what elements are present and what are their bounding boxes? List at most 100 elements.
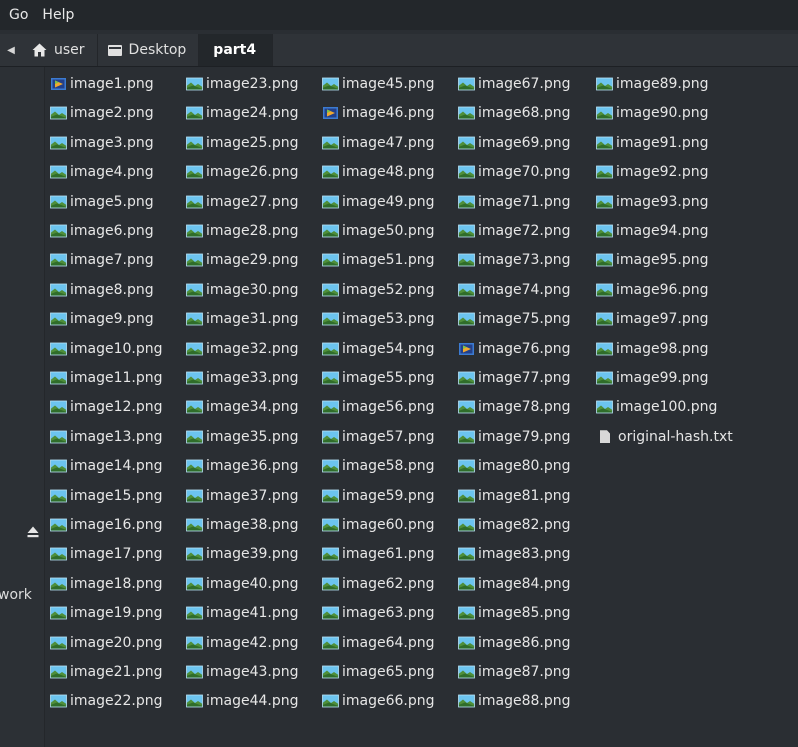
file-item[interactable]: image55.png: [322, 367, 435, 389]
file-item[interactable]: image31.png: [186, 308, 299, 330]
file-item[interactable]: image23.png: [186, 73, 299, 95]
file-item[interactable]: image14.png: [50, 455, 163, 477]
file-item[interactable]: image39.png: [186, 543, 299, 565]
file-item[interactable]: image1.png: [50, 73, 154, 95]
file-item[interactable]: original-hash.txt: [596, 426, 733, 448]
file-item[interactable]: image82.png: [458, 514, 571, 536]
file-item[interactable]: image54.png: [322, 338, 435, 360]
file-item[interactable]: image87.png: [458, 661, 571, 683]
file-item[interactable]: image28.png: [186, 220, 299, 242]
file-item[interactable]: image84.png: [458, 573, 571, 595]
file-item[interactable]: image42.png: [186, 632, 299, 654]
file-item[interactable]: image86.png: [458, 632, 571, 654]
file-item[interactable]: image2.png: [50, 102, 154, 124]
file-item[interactable]: image9.png: [50, 308, 154, 330]
file-item[interactable]: image47.png: [322, 132, 435, 154]
breadcrumb-part4[interactable]: part4: [199, 34, 274, 66]
file-item[interactable]: image5.png: [50, 191, 154, 213]
file-item[interactable]: image41.png: [186, 602, 299, 624]
file-item[interactable]: image65.png: [322, 661, 435, 683]
file-item[interactable]: image10.png: [50, 338, 163, 360]
file-item[interactable]: image11.png: [50, 367, 163, 389]
menu-help[interactable]: Help: [36, 0, 80, 30]
file-item[interactable]: image96.png: [596, 279, 709, 301]
file-item[interactable]: image3.png: [50, 132, 154, 154]
file-item[interactable]: image79.png: [458, 426, 571, 448]
file-item[interactable]: image63.png: [322, 602, 435, 624]
file-item[interactable]: image75.png: [458, 308, 571, 330]
file-item[interactable]: image57.png: [322, 426, 435, 448]
file-item[interactable]: image38.png: [186, 514, 299, 536]
file-item[interactable]: image77.png: [458, 367, 571, 389]
file-item[interactable]: image76.png: [458, 338, 571, 360]
file-item[interactable]: image56.png: [322, 396, 435, 418]
file-item[interactable]: image73.png: [458, 249, 571, 271]
breadcrumb-desktop[interactable]: Desktop: [98, 34, 200, 66]
file-item[interactable]: image59.png: [322, 485, 435, 507]
file-item[interactable]: image22.png: [50, 690, 163, 712]
file-item[interactable]: image74.png: [458, 279, 571, 301]
file-item[interactable]: image37.png: [186, 485, 299, 507]
sidebar-item-network[interactable]: work: [0, 587, 32, 603]
file-item[interactable]: image48.png: [322, 161, 435, 183]
file-item[interactable]: image67.png: [458, 73, 571, 95]
file-item[interactable]: image60.png: [322, 514, 435, 536]
file-item[interactable]: image69.png: [458, 132, 571, 154]
file-item[interactable]: image6.png: [50, 220, 154, 242]
file-item[interactable]: image89.png: [596, 73, 709, 95]
file-item[interactable]: image85.png: [458, 602, 571, 624]
file-item[interactable]: image21.png: [50, 661, 163, 683]
file-item[interactable]: image50.png: [322, 220, 435, 242]
file-item[interactable]: image24.png: [186, 102, 299, 124]
file-item[interactable]: image25.png: [186, 132, 299, 154]
file-item[interactable]: image91.png: [596, 132, 709, 154]
path-scroll-left-button[interactable]: ◀: [0, 34, 22, 66]
breadcrumb-user[interactable]: user: [22, 34, 98, 66]
file-item[interactable]: image72.png: [458, 220, 571, 242]
file-item[interactable]: image83.png: [458, 543, 571, 565]
file-item[interactable]: image7.png: [50, 249, 154, 271]
file-item[interactable]: image12.png: [50, 396, 163, 418]
file-item[interactable]: image97.png: [596, 308, 709, 330]
file-item[interactable]: image68.png: [458, 102, 571, 124]
file-item[interactable]: image64.png: [322, 632, 435, 654]
file-item[interactable]: image8.png: [50, 279, 154, 301]
file-item[interactable]: image62.png: [322, 573, 435, 595]
file-item[interactable]: image71.png: [458, 191, 571, 213]
file-item[interactable]: image51.png: [322, 249, 435, 271]
file-item[interactable]: image30.png: [186, 279, 299, 301]
file-item[interactable]: image16.png: [50, 514, 163, 536]
file-item[interactable]: image15.png: [50, 485, 163, 507]
file-item[interactable]: image20.png: [50, 632, 163, 654]
file-item[interactable]: image61.png: [322, 543, 435, 565]
file-item[interactable]: image18.png: [50, 573, 163, 595]
file-item[interactable]: image27.png: [186, 191, 299, 213]
file-item[interactable]: image58.png: [322, 455, 435, 477]
file-item[interactable]: image43.png: [186, 661, 299, 683]
file-item[interactable]: image26.png: [186, 161, 299, 183]
file-item[interactable]: image13.png: [50, 426, 163, 448]
file-item[interactable]: image99.png: [596, 367, 709, 389]
file-item[interactable]: image44.png: [186, 690, 299, 712]
file-item[interactable]: image33.png: [186, 367, 299, 389]
eject-icon[interactable]: [27, 526, 39, 538]
file-item[interactable]: image19.png: [50, 602, 163, 624]
file-item[interactable]: image88.png: [458, 690, 571, 712]
file-item[interactable]: image81.png: [458, 485, 571, 507]
file-item[interactable]: image52.png: [322, 279, 435, 301]
file-item[interactable]: image29.png: [186, 249, 299, 271]
file-item[interactable]: image17.png: [50, 543, 163, 565]
file-item[interactable]: image4.png: [50, 161, 154, 183]
menu-go[interactable]: Go: [0, 0, 36, 30]
file-item[interactable]: image66.png: [322, 690, 435, 712]
file-item[interactable]: image92.png: [596, 161, 709, 183]
file-item[interactable]: image45.png: [322, 73, 435, 95]
file-item[interactable]: image78.png: [458, 396, 571, 418]
file-item[interactable]: image36.png: [186, 455, 299, 477]
file-item[interactable]: image100.png: [596, 396, 717, 418]
file-item[interactable]: image32.png: [186, 338, 299, 360]
file-item[interactable]: image35.png: [186, 426, 299, 448]
file-item[interactable]: image40.png: [186, 573, 299, 595]
file-item[interactable]: image53.png: [322, 308, 435, 330]
file-item[interactable]: image80.png: [458, 455, 571, 477]
